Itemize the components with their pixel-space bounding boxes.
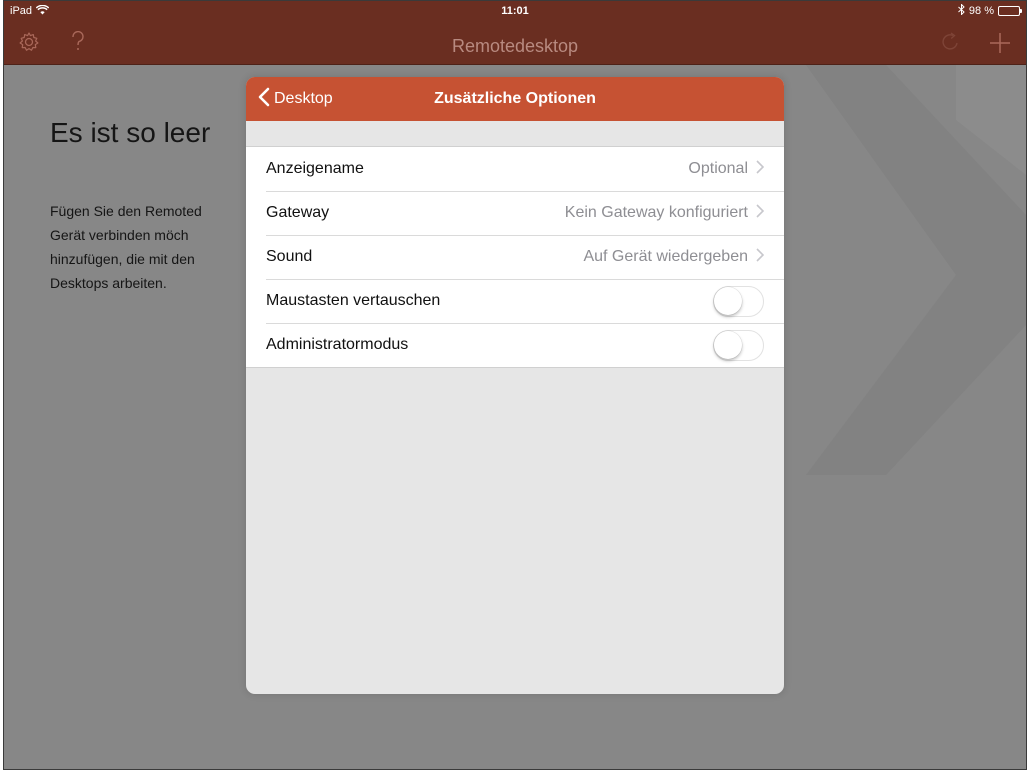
- chevron-right-icon: [756, 159, 765, 179]
- device-label: iPad: [10, 5, 33, 17]
- swap-mouse-buttons-toggle[interactable]: [713, 285, 764, 317]
- row-value-text: Auf Gerät wiedergeben: [583, 248, 748, 265]
- status-time: 11:01: [501, 5, 529, 17]
- display-name-row[interactable]: Anzeigename Optional: [246, 147, 784, 191]
- swap-mouse-buttons-row: Maustasten vertauschen: [246, 279, 784, 323]
- ipad-screen: iPad 11:01 98 % Remotedesktop Es ist so …: [3, 0, 1027, 770]
- battery-icon: [998, 6, 1022, 16]
- plus-icon[interactable]: [988, 31, 1012, 61]
- row-value-text: Kein Gateway konfiguriert: [564, 204, 748, 221]
- empty-state-text: Fügen Sie den Remoted Gerät verbinden mö…: [50, 203, 202, 291]
- row-label: Maustasten vertauschen: [266, 292, 441, 309]
- wifi-icon: [35, 4, 50, 18]
- app-navbar: Remotedesktop: [4, 21, 1026, 65]
- status-bar: iPad 11:01 98 %: [4, 1, 1026, 21]
- status-right: 98 %: [958, 3, 1022, 18]
- chevron-right-icon: [756, 203, 765, 223]
- row-value: Optional: [688, 159, 765, 179]
- gear-icon[interactable]: [18, 31, 40, 59]
- row-value: Kein Gateway konfiguriert: [564, 203, 765, 223]
- battery-percent: 98 %: [968, 5, 994, 17]
- modal-title: Zusätzliche Optionen: [434, 90, 596, 107]
- additional-options-modal: Desktop Zusätzliche Optionen Anzeigename…: [246, 77, 784, 694]
- help-icon[interactable]: [70, 30, 86, 59]
- row-value-text: Optional: [688, 160, 748, 177]
- sound-row[interactable]: Sound Auf Gerät wiedergeben: [246, 235, 784, 279]
- admin-mode-toggle[interactable]: [713, 329, 764, 361]
- row-value: Auf Gerät wiedergeben: [583, 247, 765, 267]
- empty-state-title: Es ist so leer: [50, 117, 211, 148]
- options-group: Anzeigename Optional Gateway Kein Gatewa…: [246, 146, 784, 368]
- gateway-row[interactable]: Gateway Kein Gateway konfiguriert: [246, 191, 784, 235]
- modal-header: Desktop Zusätzliche Optionen: [246, 77, 784, 121]
- chevron-right-icon: [756, 247, 765, 267]
- row-label: Gateway: [266, 204, 330, 221]
- toggle-knob: [714, 286, 742, 315]
- toggle-knob: [714, 330, 742, 359]
- status-left: iPad: [10, 4, 50, 18]
- admin-mode-row: Administratormodus: [246, 323, 784, 367]
- chevron-watermark: [806, 65, 1026, 475]
- app-title: Remotedesktop: [451, 36, 579, 56]
- bluetooth-icon: [958, 3, 965, 18]
- row-label: Administratormodus: [266, 336, 409, 353]
- row-label: Anzeigename: [266, 160, 364, 177]
- row-label: Sound: [266, 248, 313, 265]
- refresh-icon[interactable]: [940, 31, 962, 59]
